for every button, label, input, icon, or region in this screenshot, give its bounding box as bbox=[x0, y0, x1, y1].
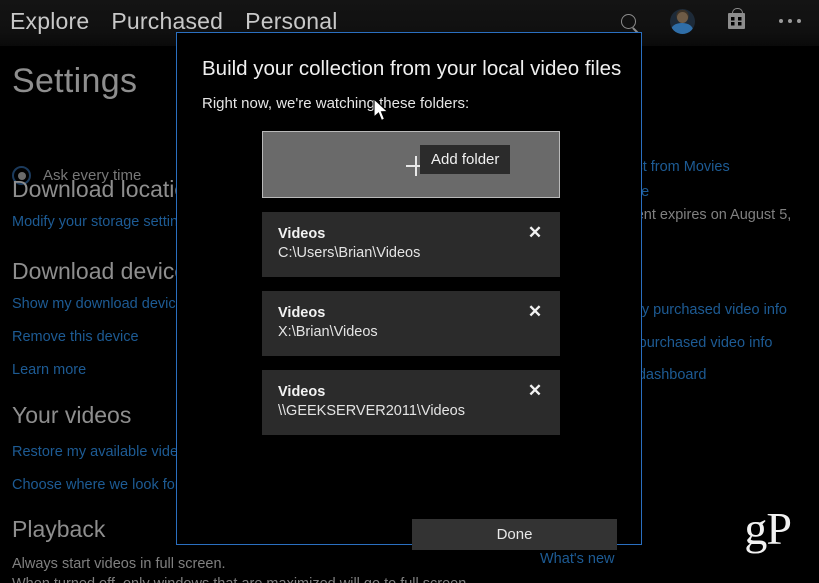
folder-name: Videos bbox=[278, 384, 325, 400]
heading-your-videos: Your videos bbox=[12, 402, 131, 429]
folder-path: \\GEEKSERVER2011\Videos bbox=[278, 403, 465, 419]
folder-list-item[interactable]: Videos \\GEEKSERVER2011\Videos ✕ bbox=[262, 370, 560, 435]
tab-explore[interactable]: Explore bbox=[10, 6, 89, 36]
remove-folder-close-icon[interactable]: ✕ bbox=[526, 303, 544, 321]
dialog-title: Build your collection from your local vi… bbox=[202, 57, 621, 81]
link-modify-storage-settings[interactable]: Modify your storage settings bbox=[12, 214, 193, 230]
folder-list: Add folder Videos C:\Users\Brian\Videos … bbox=[262, 131, 560, 435]
link-whats-new[interactable]: What's new bbox=[540, 551, 615, 567]
more-ellipsis-icon bbox=[779, 19, 801, 23]
build-collection-dialog: Build your collection from your local vi… bbox=[176, 32, 642, 545]
heading-download-location: Download location bbox=[12, 176, 200, 203]
watermark: gP bbox=[744, 502, 791, 555]
page-title: Settings bbox=[12, 62, 137, 101]
more-button[interactable] bbox=[775, 6, 805, 36]
heading-download-device: Download device bbox=[12, 258, 187, 285]
add-folder-button[interactable]: Add folder bbox=[262, 131, 560, 198]
account-button[interactable] bbox=[667, 6, 697, 36]
mouse-cursor bbox=[373, 98, 390, 123]
folder-name: Videos bbox=[278, 305, 325, 321]
link-remove-this-device[interactable]: Remove this device bbox=[12, 329, 139, 345]
store-bag-icon bbox=[728, 13, 745, 29]
dialog-subtitle: Right now, we're watching these folders: bbox=[202, 95, 469, 112]
playback-line-2: When turned off, only windows that are m… bbox=[12, 576, 470, 583]
account-avatar-icon bbox=[670, 9, 695, 34]
link-show-download-devices[interactable]: Show my download devices bbox=[12, 296, 191, 312]
link-restore-available-videos[interactable]: Restore my available videos bbox=[12, 444, 193, 460]
store-button[interactable] bbox=[721, 6, 751, 36]
folder-path: C:\Users\Brian\Videos bbox=[278, 245, 420, 261]
app-window: Explore Purchased Personal Settings Ask … bbox=[0, 0, 819, 583]
folder-list-item[interactable]: Videos C:\Users\Brian\Videos ✕ bbox=[262, 212, 560, 277]
folder-name: Videos bbox=[278, 226, 325, 242]
folder-path: X:\Brian\Videos bbox=[278, 324, 378, 340]
done-button[interactable]: Done bbox=[412, 519, 617, 550]
search-icon bbox=[621, 14, 636, 29]
playback-line-1: Always start videos in full screen. bbox=[12, 556, 226, 572]
link-learn-more[interactable]: Learn more bbox=[12, 362, 86, 378]
remove-folder-close-icon[interactable]: ✕ bbox=[526, 382, 544, 400]
heading-playback: Playback bbox=[12, 516, 105, 543]
folder-list-item[interactable]: Videos X:\Brian\Videos ✕ bbox=[262, 291, 560, 356]
add-folder-tooltip: Add folder bbox=[420, 145, 510, 174]
remove-folder-close-icon[interactable]: ✕ bbox=[526, 224, 544, 242]
